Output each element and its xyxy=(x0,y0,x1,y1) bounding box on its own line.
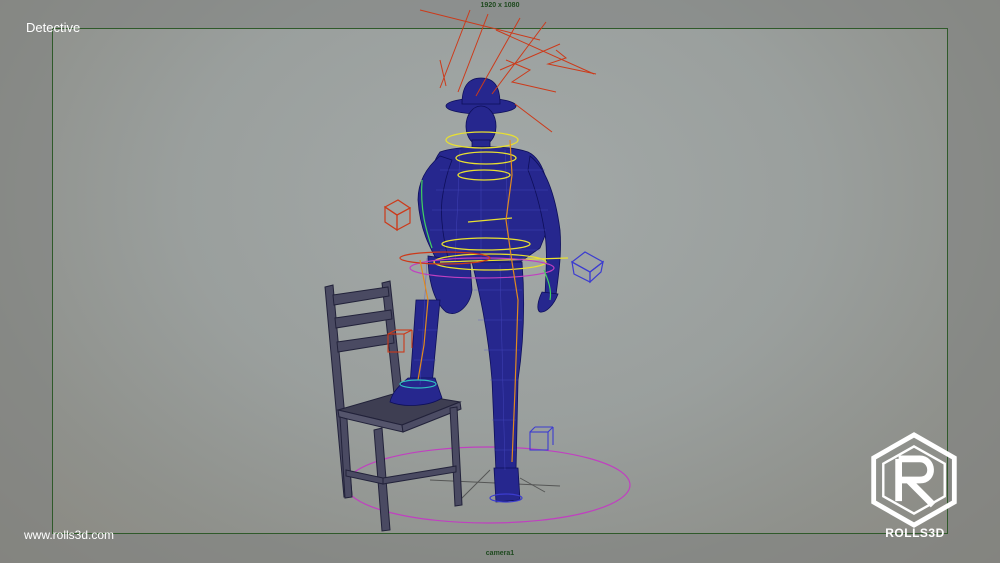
camera-name-label: camera1 xyxy=(485,550,515,557)
pole-vector-cube-left[interactable] xyxy=(383,199,412,232)
foot-cube-control[interactable] xyxy=(529,426,554,451)
scene-title: Detective xyxy=(26,20,81,35)
ik-handle-lines[interactable] xyxy=(419,9,597,133)
pole-vector-cube-right[interactable] xyxy=(570,251,605,284)
resolution-gate-label: 1920 x 1080 xyxy=(480,2,520,9)
brand-name: ROLLS3D xyxy=(885,526,945,540)
chair-model[interactable] xyxy=(324,280,463,532)
scene-view[interactable] xyxy=(0,0,1000,563)
website-watermark: www.rolls3d.com xyxy=(24,528,115,542)
maya-viewport[interactable]: 1920 x 1080 Detective www.rolls3d.com ca… xyxy=(0,0,1000,563)
rolls3d-hexagon-logo-icon xyxy=(871,432,957,528)
